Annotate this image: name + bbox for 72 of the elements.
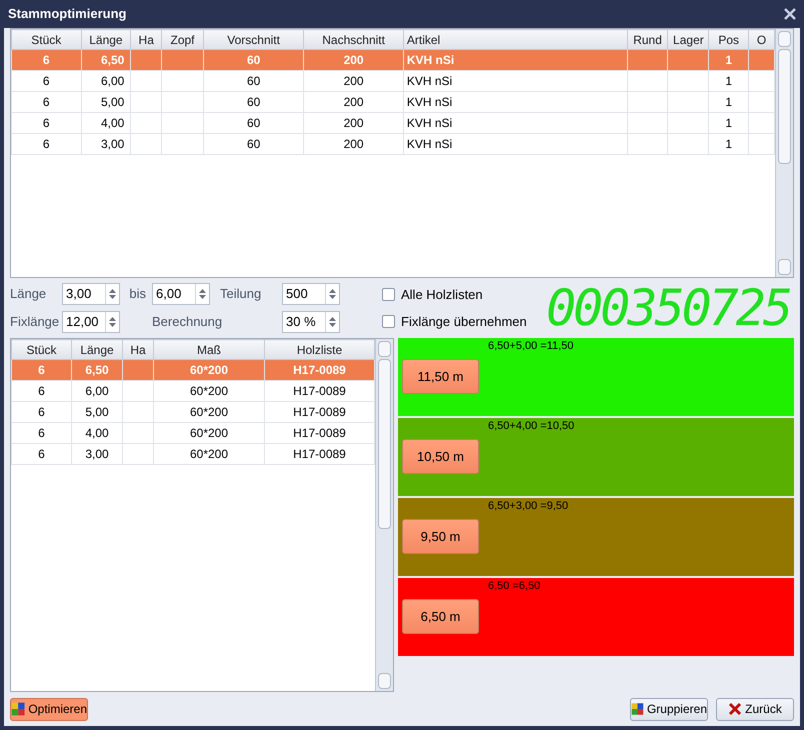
- table-cell: 6: [12, 134, 82, 154]
- spin-arrows-icon[interactable]: [199, 288, 206, 300]
- column-header[interactable]: Vorschnitt: [203, 30, 304, 50]
- table-row[interactable]: 6 3,00 60*200 H17-0089: [12, 444, 374, 464]
- back-button[interactable]: Zurück: [716, 698, 794, 720]
- column-header[interactable]: Nachschnitt: [304, 30, 404, 50]
- checkbox-label[interactable]: Fixlänge übernehmen: [401, 312, 527, 332]
- table-row[interactable]: 6 3,00 60 200 KVH nSi 1: [12, 134, 774, 154]
- spin-arrows-icon[interactable]: [329, 316, 336, 328]
- field-label: Teilung: [220, 285, 262, 304]
- table-cell: 3,00: [81, 134, 131, 154]
- column-header[interactable]: Artikel: [403, 30, 628, 50]
- column-header[interactable]: Rund: [627, 30, 668, 50]
- table-row[interactable]: 6 5,00 60*200 H17-0089: [12, 402, 374, 422]
- spin-field[interactable]: 500: [282, 283, 340, 305]
- spin-arrows-icon[interactable]: [109, 316, 116, 328]
- column-header[interactable]: O: [748, 30, 774, 50]
- spin-field[interactable]: 3,00: [62, 283, 120, 305]
- column-header[interactable]: Lager: [668, 30, 709, 50]
- checkbox-label[interactable]: Alle Holzlisten: [401, 284, 483, 304]
- column-header[interactable]: Stück: [12, 340, 72, 360]
- formula-text: 6,50+3,00 =9,50: [488, 499, 568, 514]
- spin-field[interactable]: 30 %: [282, 311, 340, 333]
- table-cell: 6: [12, 444, 72, 464]
- puzzle-icon: [631, 700, 644, 718]
- table-row[interactable]: 6 4,00 60*200 H17-0089: [12, 422, 374, 444]
- spin-arrows-icon[interactable]: [109, 288, 116, 300]
- column-header[interactable]: Zopf: [162, 30, 204, 50]
- formula-text: 6,50+4,00 =10,50: [488, 419, 574, 434]
- puzzle-icon: [11, 700, 26, 718]
- column-header[interactable]: Holzliste: [264, 340, 374, 360]
- column-header[interactable]: Länge: [72, 340, 122, 360]
- column-header[interactable]: Stück: [12, 30, 82, 50]
- field-label: bis: [129, 285, 146, 304]
- window-title: Stammoptimierung: [8, 5, 126, 24]
- close-icon: [728, 702, 742, 716]
- length-button[interactable]: 9,50 m: [402, 519, 479, 554]
- field-label: Berechnung: [152, 313, 222, 332]
- spin-field[interactable]: 6,00: [152, 283, 210, 305]
- scrollbar[interactable]: [375, 339, 393, 691]
- length-button[interactable]: 11,50 m: [402, 359, 479, 394]
- scrollbar[interactable]: [775, 29, 793, 277]
- table-cell: 60: [203, 134, 304, 154]
- length-button[interactable]: 6,50 m: [402, 599, 479, 634]
- table-cell: 200: [304, 134, 404, 154]
- table-cell: 60*200: [154, 444, 264, 464]
- column-header[interactable]: Pos: [708, 30, 749, 50]
- checkbox[interactable]: [382, 288, 395, 301]
- table-cell: 1: [708, 134, 749, 154]
- table-row[interactable]: 6 5,00 60 200 KVH nSi 1: [12, 92, 774, 112]
- formula-text: 6,50 =6,50: [488, 579, 540, 594]
- column-header[interactable]: Länge: [81, 30, 131, 50]
- column-header[interactable]: Ha: [122, 340, 154, 360]
- checkbox[interactable]: [382, 315, 395, 328]
- column-header[interactable]: Ha: [130, 30, 162, 50]
- table-cell: 3,00: [72, 444, 122, 464]
- close-icon[interactable]: [784, 8, 796, 20]
- table-row[interactable]: 6 6,00 60*200 H17-0089: [12, 380, 374, 402]
- table-cell: H17-0089: [264, 444, 374, 464]
- table-cell: KVH nSi: [403, 134, 628, 154]
- field-label: Fixlänge: [10, 313, 60, 332]
- group-button[interactable]: Gruppieren: [630, 698, 708, 720]
- formula-text: 6,50+5,00 =11,50: [488, 339, 574, 354]
- digital-counter: 000350725: [546, 283, 790, 333]
- table-row[interactable]: 6 6,00 60 200 KVH nSi 1: [12, 70, 774, 92]
- spin-arrows-icon[interactable]: [329, 288, 336, 300]
- field-label: Länge: [10, 285, 48, 304]
- optimize-button[interactable]: Optimieren: [10, 698, 88, 720]
- column-header[interactable]: Maß: [154, 340, 264, 360]
- length-button[interactable]: 10,50 m: [402, 439, 479, 474]
- table-row[interactable]: 6 4,00 60 200 KVH nSi 1: [12, 112, 774, 134]
- spin-field[interactable]: 12,00: [62, 311, 120, 333]
